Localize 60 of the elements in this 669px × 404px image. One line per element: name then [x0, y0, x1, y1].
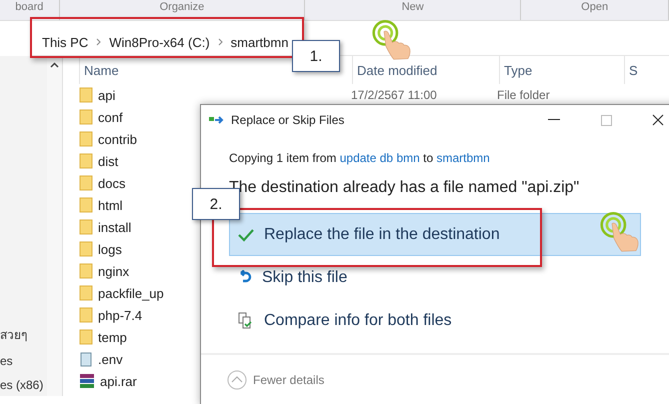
- close-icon: [652, 114, 664, 126]
- option-button[interactable]: Compare info for both files: [229, 299, 461, 342]
- nav-item[interactable]: สวยๆ: [0, 325, 48, 344]
- folder-icon: [79, 131, 93, 147]
- ribbon-group-label: Organize: [60, 0, 306, 20]
- folder-icon: [79, 153, 93, 169]
- file-name[interactable]: docs: [98, 176, 126, 190]
- scroll-up-icon[interactable]: [50, 62, 60, 68]
- chevron-right-icon: [96, 38, 102, 46]
- copy-status-text: Copying 1 item from update db bmn to smartbmn: [229, 151, 491, 165]
- file-name[interactable]: install: [98, 220, 132, 234]
- ribbon-group-label: board: [0, 0, 60, 20]
- column-header[interactable]: S: [624, 56, 669, 84]
- column-header[interactable]: Type: [499, 56, 624, 84]
- breadcrumb-item[interactable]: This PC: [42, 34, 88, 50]
- option-button[interactable]: Replace the file in the destination: [229, 213, 641, 256]
- file-name[interactable]: api: [98, 88, 116, 102]
- folder-icon: [79, 109, 93, 125]
- file-name[interactable]: html: [98, 198, 123, 212]
- maximize-icon: [600, 114, 612, 126]
- file-name[interactable]: conf: [98, 110, 123, 124]
- file-name[interactable]: .env: [98, 352, 123, 366]
- file-name[interactable]: logs: [98, 242, 122, 256]
- folder-icon: [79, 175, 93, 191]
- chevron-up-icon: [227, 370, 247, 390]
- document-icon: [79, 351, 93, 367]
- chevron-right-icon: [218, 38, 223, 46]
- folder-icon: [79, 197, 93, 213]
- date-cell-text: 17/2/2567 11:00: [350, 88, 438, 102]
- ribbon-group-label: New: [305, 0, 522, 20]
- nav-item[interactable]: es (x86): [0, 378, 48, 392]
- fewer-details-button[interactable]: Fewer details: [227, 370, 324, 390]
- copy-arrow-icon: [209, 115, 225, 125]
- file-name[interactable]: nginx: [98, 264, 130, 278]
- nav-item[interactable]: es: [0, 354, 48, 368]
- folder-icon: [79, 329, 93, 345]
- file-name[interactable]: php-7.4: [98, 308, 142, 322]
- folder-icon: [79, 285, 93, 301]
- archive-icon: [79, 373, 95, 389]
- step-callout: 1.: [292, 40, 340, 72]
- minimize-icon: [548, 119, 560, 121]
- folder-icon: [79, 263, 93, 279]
- check-icon: [238, 228, 254, 242]
- breadcrumb-item[interactable]: Win8Pro-x64 (C:): [109, 34, 210, 50]
- folder-icon: [79, 307, 93, 323]
- breadcrumb-item[interactable]: smartbmn: [230, 34, 288, 50]
- folder-icon: [79, 241, 93, 257]
- step-callout: 2.: [192, 188, 240, 220]
- ribbon-group-label: Open: [521, 0, 669, 20]
- file-name[interactable]: api.rar: [100, 374, 137, 388]
- file-name[interactable]: temp: [98, 330, 127, 344]
- dialog-title: Replace or Skip Files: [231, 113, 346, 127]
- file-name[interactable]: packfile_up: [98, 286, 164, 300]
- file-name[interactable]: dist: [98, 154, 118, 168]
- option-button[interactable]: Skip this file: [229, 256, 356, 299]
- folder-icon: [79, 219, 93, 235]
- folder-icon: [79, 87, 93, 103]
- type-cell-text: File folder: [496, 88, 551, 102]
- file-name[interactable]: contrib: [98, 132, 138, 146]
- compare-files-icon: [238, 312, 254, 329]
